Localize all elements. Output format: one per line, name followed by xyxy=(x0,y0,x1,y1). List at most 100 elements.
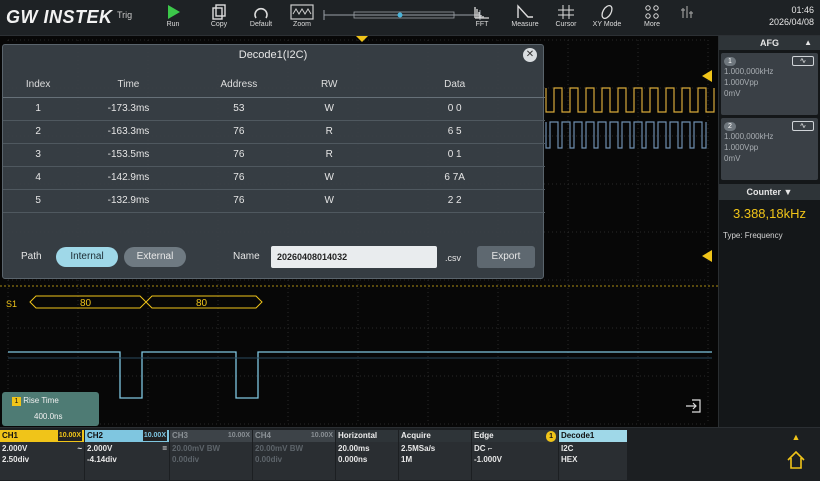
file-extension: .csv xyxy=(445,253,462,263)
table-cell: 3 xyxy=(3,143,74,167)
play-icon xyxy=(168,5,180,19)
brand-logo: GW INSTEK xyxy=(6,7,113,27)
table-row[interactable]: 1 -173.3ms 53 W 0 0 xyxy=(3,97,545,121)
table-cell: 1 xyxy=(3,97,74,121)
trigger-settings[interactable]: Edge 1 DC ⌐ -1.000V xyxy=(472,430,558,480)
column-header-index: Index xyxy=(3,73,74,98)
file-name-input[interactable]: 20260408014032 xyxy=(271,246,437,268)
table-cell: -163.3ms xyxy=(73,120,184,144)
decode-table-dialog: Decode1(I2C) ✕ Index Time Address RW Data 1-… xyxy=(2,44,545,279)
ch1-settings[interactable]: CH1 10.00X 2.000V ~2.50div xyxy=(0,430,84,480)
dropdown-icon: ▼ xyxy=(783,187,793,197)
table-cell: -173.3ms xyxy=(73,97,184,121)
external-toggle[interactable]: External xyxy=(124,247,186,267)
network-icon xyxy=(681,6,693,18)
exit-icon xyxy=(686,399,701,413)
top-toolbar: GW INSTEK Trig Run Copy Default Zoom FFT… xyxy=(0,0,820,36)
column-header-data: Data xyxy=(364,73,545,98)
table-cell: W xyxy=(294,166,365,190)
table-row[interactable]: 3 -153.5ms 76 R 0 1 xyxy=(3,143,545,167)
bus-value-2: 80 xyxy=(196,298,208,309)
trigger-level-marker-icon xyxy=(702,250,712,262)
copy-icon xyxy=(212,4,226,20)
measurement-rise-time[interactable]: 1 Rise Time 400.0ns xyxy=(2,392,99,426)
table-row[interactable]: 2 -163.3ms 76 R 6 5 xyxy=(3,120,545,144)
fft-icon xyxy=(474,7,489,19)
acquire-settings[interactable]: Acquire 2.5MSa/s 1M xyxy=(399,430,471,480)
fft-button[interactable]: FFT xyxy=(470,2,494,34)
afg-marker-icon xyxy=(702,70,712,82)
side-panel: AFG ▲ 1 ∿ 1.000,000kHz 1.000Vpp 0mV 2 ∿ 1… xyxy=(718,36,820,427)
xy-mode-button[interactable]: XY Mode xyxy=(590,2,624,34)
ch2-waveform xyxy=(8,351,712,399)
sine-icon: ∿ xyxy=(792,121,814,131)
table-cell: 53 xyxy=(183,97,295,121)
table-cell: 6 5 xyxy=(364,120,545,144)
xy-mode-icon xyxy=(601,4,613,20)
table-cell: 76 xyxy=(183,166,295,190)
table-cell: R xyxy=(294,143,365,167)
column-header-address: Address xyxy=(183,73,295,98)
rising-edge-icon: ⌐ xyxy=(487,444,493,453)
home-button[interactable]: ▲ xyxy=(776,432,816,476)
table-cell: -142.9ms xyxy=(73,166,184,190)
copy-button[interactable]: Copy xyxy=(204,2,234,34)
counter-type: Type: Frequency xyxy=(723,231,783,240)
path-label: Path xyxy=(21,251,42,262)
cursor-button[interactable]: Cursor xyxy=(552,2,580,34)
table-cell: 0 1 xyxy=(364,143,545,167)
counter-value: 3.388,18kHz xyxy=(733,206,806,221)
zoom-button[interactable]: Zoom xyxy=(286,2,318,34)
export-button[interactable]: Export xyxy=(477,246,535,268)
ch1-waveform xyxy=(545,87,715,113)
status-bar: CH1 10.00X 2.000V ~2.50div CH2 10.00X 2.00… xyxy=(0,427,820,481)
table-row[interactable]: 5 -132.9ms 76 W 2 2 xyxy=(3,189,545,213)
decode-settings[interactable]: Decode1 I2C HEX xyxy=(559,430,627,480)
export-row: Path Internal External Name 202604080140… xyxy=(3,243,545,273)
grid-dots-icon xyxy=(645,5,659,19)
table-cell: 2 2 xyxy=(364,189,545,213)
measure-icon xyxy=(517,4,533,18)
bus-label: S1 xyxy=(6,299,17,309)
ch2-settings[interactable]: CH2 10.00X 2.000V = -4.14div xyxy=(85,430,169,480)
default-button[interactable]: Default xyxy=(244,2,278,34)
table-cell: R xyxy=(294,120,365,144)
sine-icon: ∿ xyxy=(792,56,814,66)
table-row[interactable]: 4 -142.9ms 76 W 6 7A xyxy=(3,166,545,190)
close-icon[interactable]: ✕ xyxy=(523,48,537,62)
internal-toggle[interactable]: Internal xyxy=(56,247,118,267)
ch3-settings[interactable]: CH3 10.00X 20.00mV BW 0.00div xyxy=(170,430,252,480)
afg-header[interactable]: AFG ▲ xyxy=(719,36,820,50)
trigger-status: Trig xyxy=(117,10,133,20)
timebase-position-bar[interactable] xyxy=(318,7,486,23)
table-cell: 2 xyxy=(3,120,74,144)
ch4-settings[interactable]: CH4 10.00X 20.00mV BW 0.00div xyxy=(253,430,335,480)
dialog-title: Decode1(I2C) ✕ xyxy=(3,45,543,65)
network-status xyxy=(676,2,698,34)
column-header-rw: RW xyxy=(294,73,365,98)
counter-header[interactable]: Counter ▼ xyxy=(719,184,820,200)
expand-up-icon: ▲ xyxy=(791,432,801,442)
zoom-icon xyxy=(290,4,314,20)
reset-icon xyxy=(254,7,268,19)
afg-channel-2[interactable]: 2 ∿ 1.000,000kHz 1.000Vpp 0mV xyxy=(721,118,818,180)
measure-button[interactable]: Measure xyxy=(508,2,542,34)
collapse-icon: ▲ xyxy=(804,38,812,47)
trigger-position-marker-icon xyxy=(356,36,368,42)
home-icon xyxy=(787,450,805,469)
table-cell: -153.5ms xyxy=(73,143,184,167)
table-cell: 6 7A xyxy=(364,166,545,190)
horizontal-settings[interactable]: Horizontal 20.00ms 0.000ns xyxy=(336,430,398,480)
column-header-time: Time xyxy=(73,73,184,98)
decode-table: Index Time Address RW Data 1 -173.3ms 53 W 0 02-… xyxy=(3,73,545,213)
run-button[interactable]: Run xyxy=(158,2,188,34)
bus-value-1: 80 xyxy=(80,298,92,309)
table-cell: 0 0 xyxy=(364,97,545,121)
table-cell: W xyxy=(294,97,365,121)
table-cell: 4 xyxy=(3,166,74,190)
table-cell: 76 xyxy=(183,189,295,213)
clock: 01:46 2026/04/08 xyxy=(768,5,814,27)
more-button[interactable]: More xyxy=(640,2,664,34)
table-cell: 5 xyxy=(3,189,74,213)
afg-channel-1[interactable]: 1 ∿ 1.000,000kHz 1.000Vpp 0mV xyxy=(721,53,818,115)
